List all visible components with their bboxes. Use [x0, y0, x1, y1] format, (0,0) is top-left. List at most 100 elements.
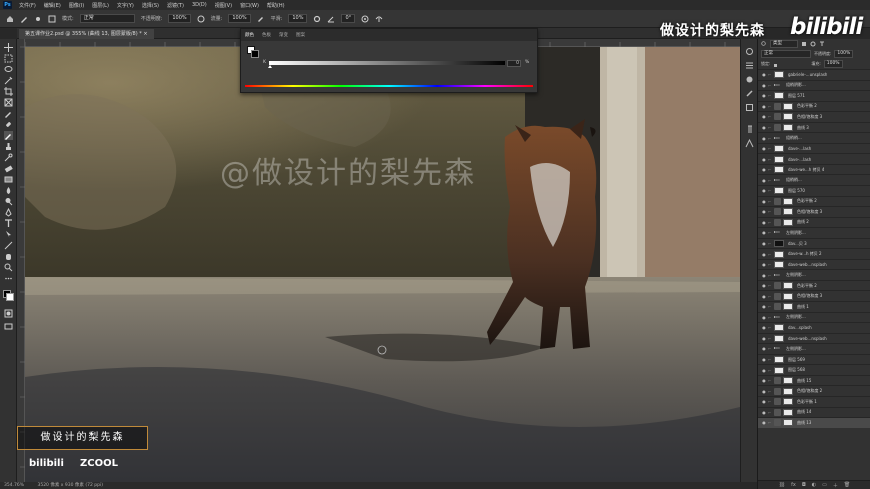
layer-name[interactable]: 色彩平衡 2	[797, 198, 817, 204]
folder-icon[interactable]: ▸▭	[774, 177, 782, 184]
info-icon[interactable]	[745, 103, 754, 112]
layer-thumbnail[interactable]	[774, 187, 784, 195]
opacity-input[interactable]: 100%	[168, 14, 191, 23]
layer-row[interactable]: ● ⌐ 图层 571	[758, 90, 870, 101]
layer-name[interactable]: dav...splash	[788, 325, 812, 330]
layer-thumbnail[interactable]	[774, 334, 784, 342]
menu-layer[interactable]: 图层(L)	[88, 2, 113, 9]
layer-row[interactable]: ● ⌐ 图层 569	[758, 353, 870, 365]
mask-thumbnail[interactable]	[783, 419, 793, 427]
screen-mode-icon[interactable]	[4, 322, 13, 331]
background-color-swatch[interactable]	[6, 293, 14, 301]
gear-icon[interactable]	[313, 15, 321, 23]
layer-name[interactable]: 曲线 2	[797, 219, 809, 225]
adjustment-icon[interactable]: ◐	[812, 482, 816, 488]
frame-tool-icon[interactable]	[4, 98, 13, 107]
layer-row[interactable]: ● ⌐ 图层 568	[758, 364, 870, 375]
layer-name[interactable]: 组梢梢...	[786, 177, 802, 183]
document-tab[interactable]: 第五课作业2.psd @ 355% (曲线 13, 图层蒙版/8) * ×	[19, 29, 154, 39]
mask-thumbnail[interactable]	[783, 398, 793, 406]
angle-input[interactable]: 0°	[341, 14, 356, 23]
layer-name[interactable]: 组梢梢...	[786, 135, 802, 141]
layer-name[interactable]: 曲线 15	[797, 378, 811, 384]
layer-row[interactable]: ● ⌐ 曲线 1	[758, 301, 870, 312]
layer-thumbnail[interactable]	[774, 124, 781, 131]
folder-icon[interactable]: ▸▭	[774, 135, 782, 142]
magic-wand-icon[interactable]	[4, 76, 13, 85]
color-ramp[interactable]	[245, 85, 533, 87]
k-slider-handle[interactable]	[268, 65, 272, 68]
menu-select[interactable]: 选择(S)	[138, 2, 163, 9]
layer-thumbnail[interactable]	[774, 387, 781, 395]
k-value-input[interactable]: 0	[507, 60, 521, 67]
path-selection-icon[interactable]	[4, 230, 13, 239]
layer-name[interactable]: 曲线 1	[797, 304, 809, 310]
layer-row[interactable]: ● ⌐ 色相/饱和度 3	[758, 206, 870, 217]
tab-patterns[interactable]: 图案	[296, 32, 305, 38]
menu-window[interactable]: 窗口(W)	[236, 2, 263, 9]
menu-help[interactable]: 帮助(H)	[263, 2, 289, 9]
layer-row[interactable]: ● ⌐ dave-we...h 拷贝 4	[758, 163, 870, 175]
brush-tool-icon[interactable]	[4, 131, 13, 140]
layer-name[interactable]: 图层 570	[788, 188, 805, 194]
crop-tool-icon[interactable]	[4, 87, 13, 96]
more-tools-icon[interactable]	[4, 274, 13, 283]
pressure-size-icon[interactable]	[361, 15, 369, 23]
layer-thumbnail[interactable]	[774, 419, 781, 427]
line-tool-icon[interactable]	[4, 241, 13, 250]
fx-icon[interactable]: fx	[791, 482, 796, 488]
layer-row[interactable]: ● ⌐ dav...贝 3	[758, 237, 870, 249]
tab-gradients[interactable]: 渐变	[279, 32, 288, 38]
layer-name[interactable]: 色相/饱和度 3	[797, 293, 822, 299]
layer-row[interactable]: ● ⌐ 曲线 3	[758, 121, 870, 133]
layer-name[interactable]: 左侧阴影...	[786, 346, 806, 352]
layer-name[interactable]: dave-...lash	[788, 146, 811, 151]
hand-tool-icon[interactable]	[4, 252, 13, 261]
mask-thumbnail[interactable]	[783, 387, 793, 395]
trash-icon[interactable]: 🗑	[844, 482, 850, 488]
layer-row[interactable]: ● ⌐ ▸▭ 左侧阴影...	[758, 343, 870, 354]
paragraph-icon[interactable]	[745, 125, 754, 134]
layer-row[interactable]: ● ⌐ ▸▭ 组梢梢...	[758, 174, 870, 185]
tab-swatches[interactable]: 色板	[262, 32, 271, 38]
blur-tool-icon[interactable]	[4, 186, 13, 195]
layer-row[interactable]: ● ⌐ 曲线 14	[758, 406, 870, 418]
healing-brush-icon[interactable]	[4, 120, 13, 129]
layer-thumbnail[interactable]	[774, 303, 781, 311]
panel-background-swatch[interactable]	[251, 50, 259, 58]
layer-thumbnail[interactable]	[774, 218, 781, 226]
mask-thumbnail[interactable]	[783, 282, 793, 290]
layer-row[interactable]: ● ⌐ ▸▭ 左侧阴影...	[758, 227, 870, 238]
layer-row[interactable]: ● ⌐ 曲线 15	[758, 374, 870, 386]
layer-name[interactable]: 曲线 14	[797, 409, 811, 415]
layer-row[interactable]: ● ⌐ gabriele-...unsplash	[758, 69, 870, 80]
menu-view[interactable]: 视图(V)	[211, 2, 236, 9]
brush-settings-icon[interactable]	[48, 15, 56, 23]
layer-name[interactable]: 左侧阴影...	[786, 314, 806, 320]
layer-row[interactable]: ● ⌐ ▸▭ 组梢梢...	[758, 132, 870, 143]
layer-thumbnail[interactable]	[774, 113, 781, 121]
layer-thumbnail[interactable]	[774, 71, 784, 79]
layer-row[interactable]: ● ⌐ dave-web...nsplash	[758, 258, 870, 270]
quick-mask-icon[interactable]	[4, 309, 13, 318]
close-icon[interactable]: ×	[143, 31, 147, 37]
layer-thumbnail[interactable]	[774, 197, 781, 205]
layer-name[interactable]: 色彩平衡 2	[797, 283, 817, 289]
folder-icon[interactable]: ▸▭	[774, 229, 782, 236]
folder-icon[interactable]: ▸▭	[774, 272, 782, 279]
brush-size-icon[interactable]	[34, 15, 42, 23]
document-canvas[interactable]	[25, 47, 740, 482]
filter-pixel-icon[interactable]	[801, 41, 807, 47]
layer-row[interactable]: ● ⌐ ▸▭ 左侧阴影...	[758, 311, 870, 323]
mask-thumbnail[interactable]	[783, 408, 793, 416]
layer-kind-filter[interactable]: 类型	[770, 40, 798, 48]
layer-name[interactable]: 组梢阴影...	[786, 82, 806, 88]
mask-thumbnail[interactable]	[783, 113, 793, 121]
layer-thumbnail[interactable]	[774, 240, 784, 248]
mask-thumbnail[interactable]	[783, 303, 793, 311]
mask-thumbnail[interactable]	[783, 124, 793, 131]
layer-name[interactable]: 色相/饱和度 2	[797, 388, 822, 394]
lasso-tool-icon[interactable]	[4, 65, 13, 74]
type-tool-icon[interactable]	[4, 219, 13, 228]
flow-input[interactable]: 100%	[228, 14, 251, 23]
